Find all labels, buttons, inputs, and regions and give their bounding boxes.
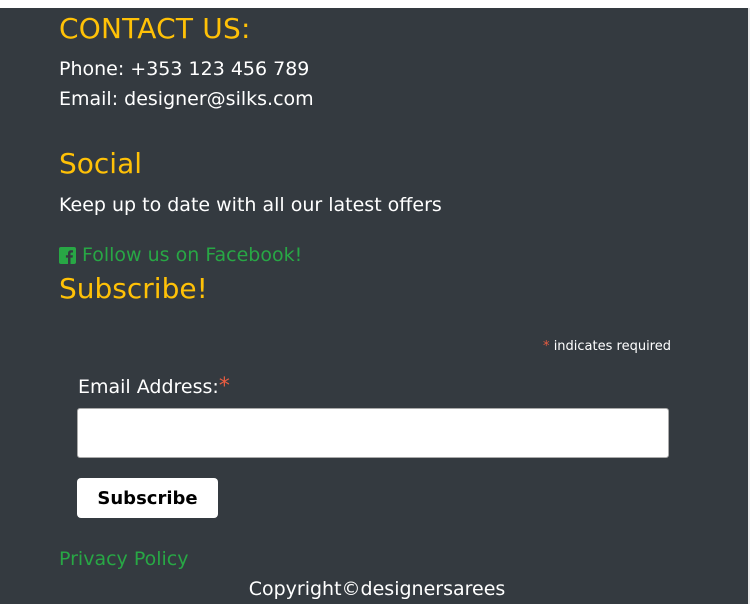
social-heading: Social (59, 147, 143, 180)
email-address-label-text: Email Address: (78, 376, 219, 398)
email-text: Email: designer@silks.com (59, 88, 314, 110)
email-address-label: Email Address:* (78, 374, 230, 399)
subscribe-heading: Subscribe! (59, 272, 208, 305)
required-note-text: indicates required (553, 339, 671, 354)
phone-text: Phone: +353 123 456 789 (59, 58, 310, 80)
facebook-link-label: Follow us on Facebook! (82, 244, 303, 266)
facebook-square-icon (59, 246, 76, 264)
required-asterisk: * (543, 339, 550, 354)
email-address-input[interactable] (77, 408, 669, 458)
email-required-asterisk: * (218, 374, 230, 399)
site-footer: CONTACT US: Phone: +353 123 456 789 Emai… (0, 8, 750, 604)
required-note: * indicates required (543, 339, 671, 354)
subscribe-button[interactable]: Subscribe (77, 478, 218, 518)
copyright-text: Copyright©designersarees (248, 578, 506, 600)
facebook-link[interactable]: Follow us on Facebook! (59, 244, 302, 266)
contact-heading: CONTACT US: (59, 12, 251, 45)
social-description: Keep up to date with all our latest offe… (59, 194, 442, 216)
privacy-policy-link[interactable]: Privacy Policy (59, 548, 188, 570)
